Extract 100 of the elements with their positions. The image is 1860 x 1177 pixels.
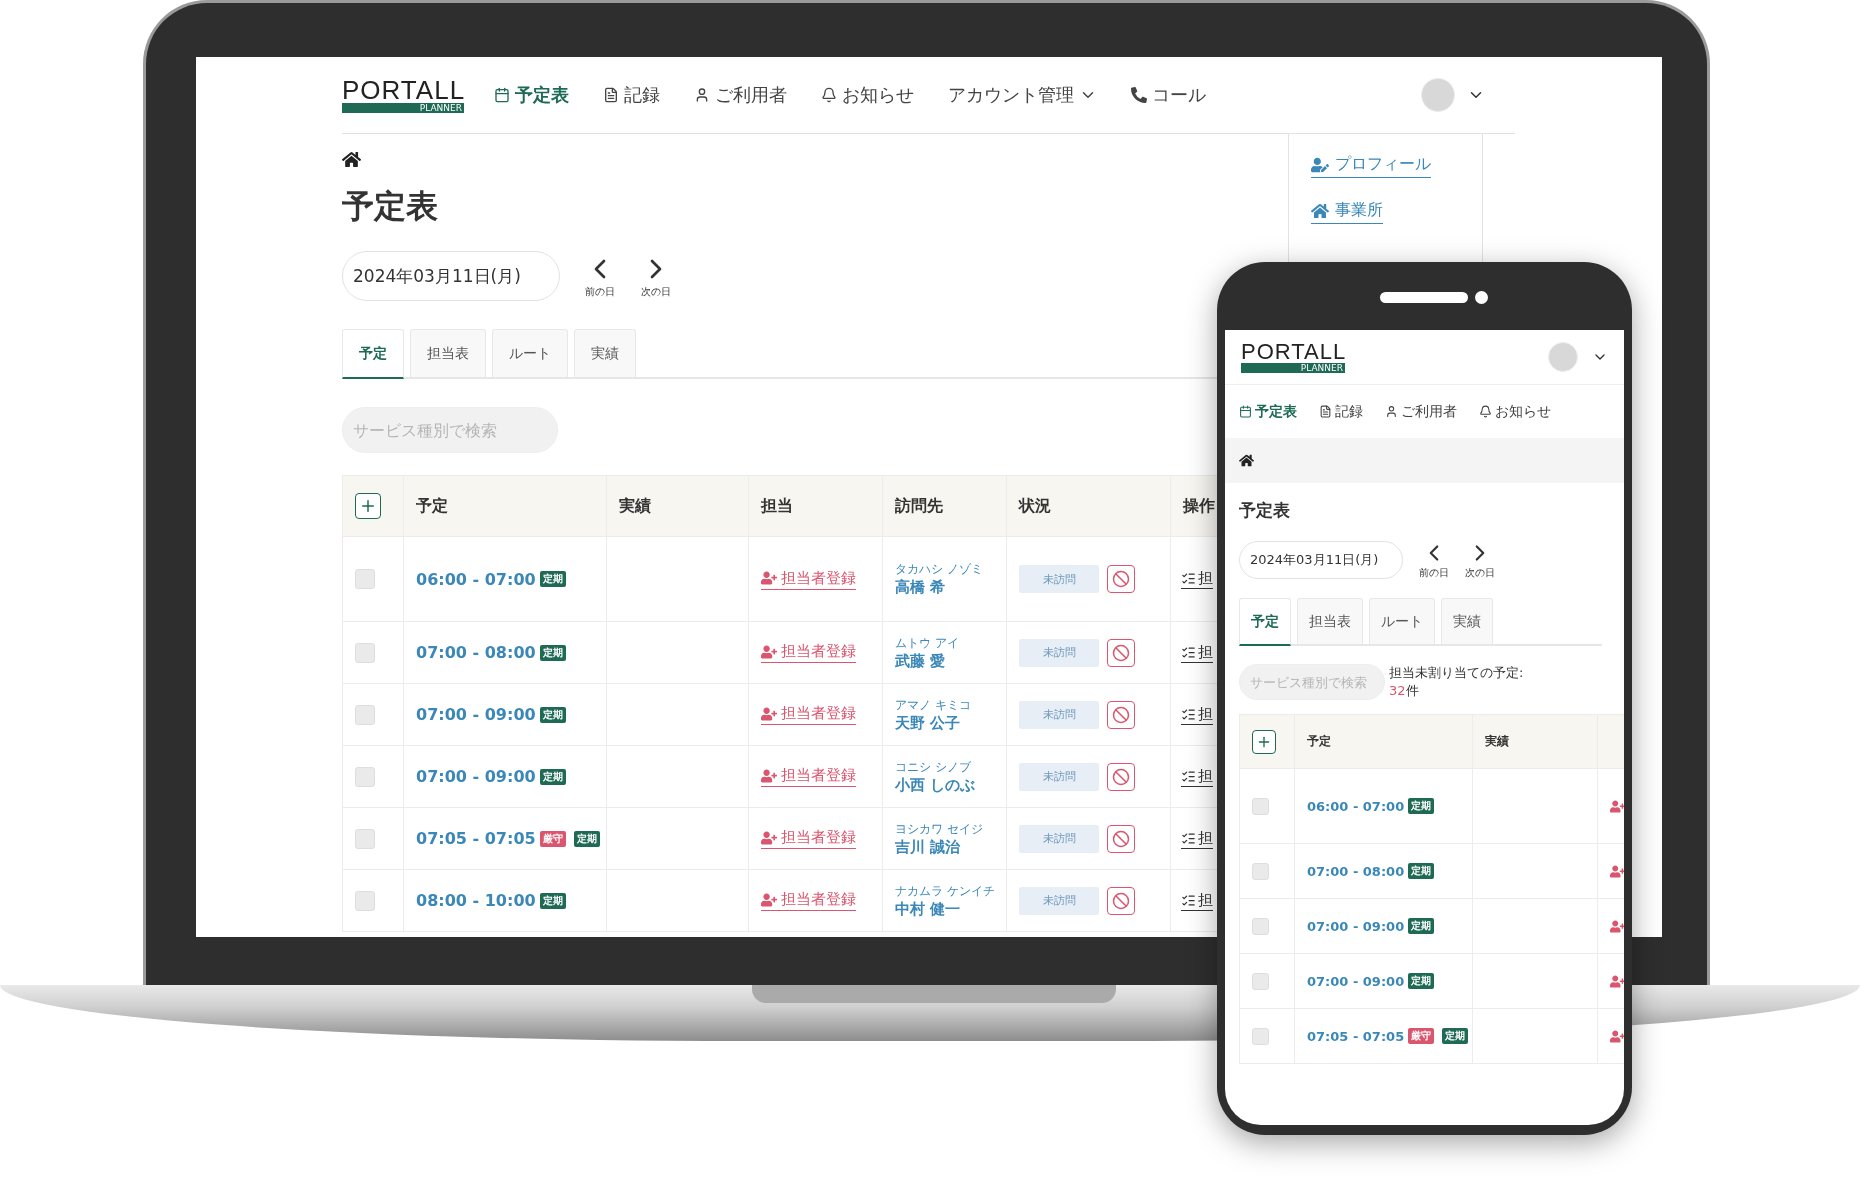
cancel-button[interactable]	[1107, 886, 1135, 915]
row-checkbox[interactable]	[355, 704, 375, 725]
nav-link[interactable]: アカウント管理	[948, 83, 1097, 107]
user-plus-icon	[761, 643, 777, 660]
tag: 定期	[1442, 1028, 1469, 1044]
time-link[interactable]: 07:00 - 09:00	[416, 767, 536, 786]
operation-link[interactable]: 担	[1181, 642, 1213, 663]
nav-link[interactable]: 記録	[603, 83, 660, 107]
time-link[interactable]: 07:00 - 08:00	[416, 643, 536, 662]
user-plus-icon[interactable]	[1610, 918, 1624, 934]
assign-staff-link[interactable]: 担当者登録	[761, 642, 856, 663]
document-icon	[603, 87, 619, 103]
time-link[interactable]: 06:00 - 07:00	[416, 569, 536, 589]
next-day-button[interactable]: 次の日	[1465, 540, 1495, 580]
add-button[interactable]	[1252, 729, 1276, 754]
assign-staff-link[interactable]: 担当者登録	[761, 704, 856, 725]
row-checkbox[interactable]	[1252, 797, 1269, 815]
date-field[interactable]: 2024年03月11日(月)	[1239, 541, 1403, 579]
prohibited-icon	[1112, 829, 1130, 848]
tab[interactable]: 担当表	[410, 329, 486, 379]
cancel-button[interactable]	[1107, 824, 1135, 853]
client-name[interactable]: 天野 公子	[895, 713, 971, 733]
assign-staff-link[interactable]: 担当者登録	[761, 828, 856, 849]
time-link[interactable]: 07:00 - 09:00	[1307, 973, 1405, 989]
row-checkbox[interactable]	[355, 828, 375, 849]
assign-staff-link[interactable]: 担当者登録	[761, 766, 856, 787]
user-plus-icon[interactable]	[1610, 1028, 1624, 1044]
cancel-button[interactable]	[1107, 762, 1135, 791]
time-link[interactable]: 07:00 - 09:00	[1307, 918, 1405, 934]
name-reading: ムトウ アイ	[895, 634, 959, 652]
time-link[interactable]: 08:00 - 10:00	[416, 891, 536, 910]
assign-staff-link[interactable]: 担当者登録	[761, 890, 856, 911]
tag: 定期	[1408, 798, 1435, 814]
tab[interactable]: 予定	[1239, 598, 1291, 646]
assign-staff-link[interactable]: 担当者登録	[761, 568, 856, 590]
sidebar-link[interactable]: プロフィール	[1311, 154, 1431, 178]
user-plus-icon[interactable]	[1610, 798, 1624, 814]
nav-link[interactable]: 予定表	[1239, 402, 1297, 421]
time-link[interactable]: 06:00 - 07:00	[1307, 798, 1405, 814]
user-edit-icon	[1311, 155, 1329, 174]
tab[interactable]: ルート	[492, 329, 568, 379]
home-icon	[1311, 201, 1329, 220]
add-button[interactable]	[355, 493, 381, 519]
checklist-icon	[1181, 644, 1196, 660]
time-link[interactable]: 07:00 - 08:00	[1307, 863, 1405, 879]
calendar-icon	[1239, 405, 1252, 418]
tag: 定期	[573, 830, 600, 847]
client-name[interactable]: 武藤 愛	[895, 651, 959, 671]
checklist-icon	[1181, 571, 1196, 586]
previous-day-button[interactable]: 前の日	[1419, 540, 1449, 580]
search-field[interactable]: サービス種別で検索	[342, 407, 558, 453]
tab[interactable]: 実績	[574, 329, 636, 379]
nav-link[interactable]: コール	[1131, 83, 1206, 107]
user-plus-icon[interactable]	[1610, 863, 1624, 879]
time-link[interactable]: 07:05 - 07:05	[416, 829, 536, 848]
client-name[interactable]: 高橋 希	[895, 578, 983, 597]
tab[interactable]: 担当表	[1297, 598, 1363, 646]
operation-link[interactable]: 担	[1181, 890, 1213, 911]
cancel-button[interactable]	[1107, 638, 1135, 667]
nav-link[interactable]: 記録	[1319, 402, 1363, 421]
sidebar-link[interactable]: 事業所	[1311, 200, 1383, 224]
previous-day-button[interactable]: 前の日	[584, 253, 616, 299]
nav-link[interactable]: お知らせ	[1479, 402, 1551, 421]
operation-link[interactable]: 担	[1181, 569, 1213, 589]
cancel-button[interactable]	[1107, 700, 1135, 729]
date-field[interactable]: 2024年03月11日(月)	[342, 251, 560, 301]
user-plus-icon[interactable]	[1610, 973, 1624, 989]
client-name[interactable]: 中村 健一	[895, 899, 995, 919]
next-day-button[interactable]: 次の日	[640, 253, 672, 299]
row-checkbox[interactable]	[355, 642, 375, 663]
row-checkbox[interactable]	[1252, 1027, 1269, 1045]
home-icon[interactable]	[1239, 453, 1254, 468]
nav-link[interactable]: お知らせ	[821, 83, 914, 107]
checklist-icon	[1181, 706, 1196, 722]
row-checkbox[interactable]	[1252, 917, 1269, 935]
time-link[interactable]: 07:05 - 07:05	[1307, 1028, 1405, 1044]
row-checkbox[interactable]	[355, 569, 375, 589]
prohibited-icon	[1112, 767, 1130, 786]
portall-logo[interactable]: PORTALL PLANNER	[1241, 341, 1345, 373]
row-checkbox[interactable]	[1252, 862, 1269, 880]
nav-link[interactable]: ご利用者	[694, 83, 787, 107]
time-link[interactable]: 07:00 - 09:00	[416, 705, 536, 724]
nav-link[interactable]: ご利用者	[1385, 402, 1457, 421]
row-checkbox[interactable]	[1252, 972, 1269, 990]
tab[interactable]: 予定	[342, 329, 404, 379]
client-name[interactable]: 小西 しのぶ	[895, 775, 976, 795]
nav-link[interactable]: 予定表	[494, 83, 569, 107]
tab[interactable]: 実績	[1441, 598, 1493, 646]
home-icon[interactable]	[342, 150, 361, 169]
portall-logo[interactable]: PORTALL PLANNER	[342, 77, 464, 113]
checklist-icon	[1181, 830, 1196, 846]
operation-link[interactable]: 担	[1181, 828, 1213, 849]
client-name[interactable]: 吉川 誠治	[895, 837, 983, 857]
cancel-button[interactable]	[1107, 565, 1135, 593]
row-checkbox[interactable]	[355, 766, 375, 787]
status-badge: 未訪問	[1019, 886, 1099, 915]
row-checkbox[interactable]	[355, 890, 375, 911]
tab[interactable]: ルート	[1369, 598, 1435, 646]
operation-link[interactable]: 担	[1181, 766, 1213, 787]
operation-link[interactable]: 担	[1181, 704, 1213, 725]
